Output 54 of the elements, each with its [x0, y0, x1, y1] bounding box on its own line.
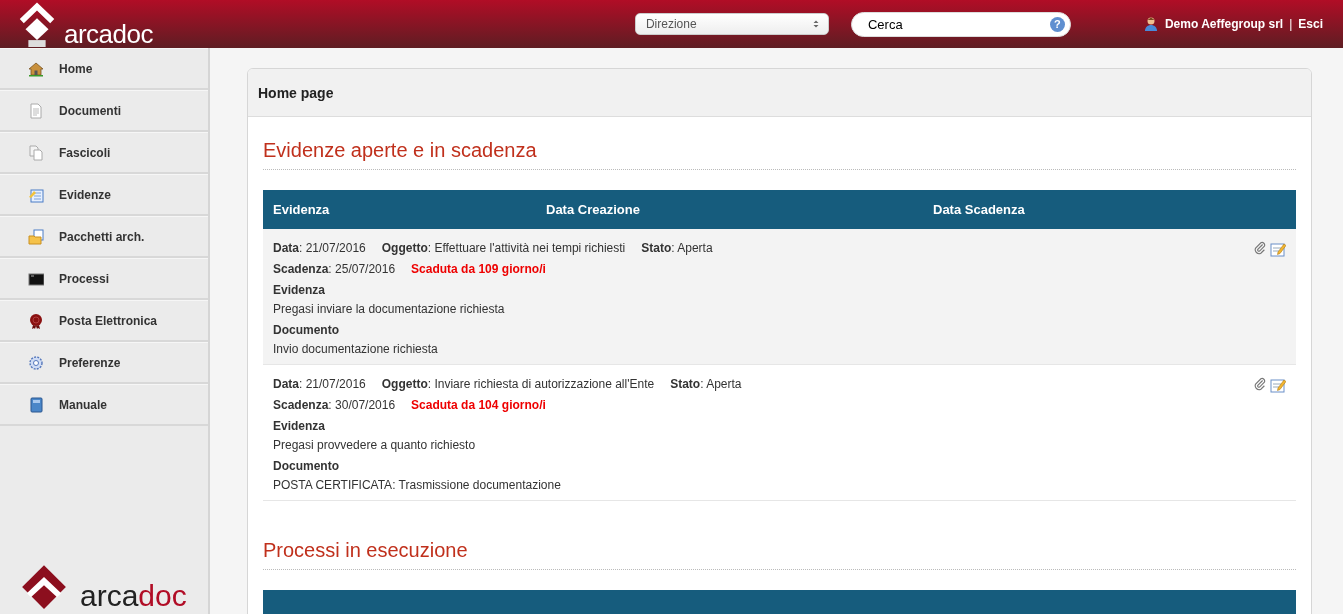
paperclip-icon[interactable] — [1253, 241, 1267, 255]
section-title: Evidenze aperte e in scadenza — [263, 117, 1296, 170]
sidebar-item[interactable]: Processi — [59, 271, 110, 286]
book-icon — [28, 396, 44, 413]
folder-icon — [28, 228, 44, 245]
overdue-text: Scaduta da 109 giorno/i — [411, 262, 546, 276]
due-date: Scadenza: 25/07/2016 — [273, 262, 396, 276]
updown-caret-icon — [811, 18, 820, 30]
separator: | — [1289, 17, 1293, 31]
sidebar-item[interactable]: Manuale — [59, 397, 107, 412]
gear-icon — [28, 354, 44, 371]
column-header: Data Creazione — [545, 202, 641, 217]
sidebar-item[interactable]: Preferenze — [59, 355, 121, 370]
terminal-icon — [28, 270, 44, 287]
user-icon — [1142, 16, 1159, 32]
column-header: Evidenza — [272, 202, 331, 217]
sidebar-item[interactable]: Documenti — [59, 103, 121, 118]
field-text: Pregasi provvedere a quanto richiesto — [273, 438, 477, 452]
logout-link[interactable]: Esci — [1298, 17, 1323, 31]
due-date: Scadenza: 30/07/2016 — [273, 398, 396, 412]
column-header: Data Scadenza — [932, 202, 1025, 217]
field-text: Invio documentazione richiesta — [273, 342, 439, 356]
field-label: Evidenza — [273, 419, 327, 433]
seal-icon — [28, 312, 44, 329]
field-text: POSTA CERTIFICATA: Trasmissione documentazione — [273, 478, 562, 492]
sidebar-item[interactable]: Fascicoli — [59, 145, 111, 160]
sidebar-item[interactable]: Evidenze — [59, 187, 112, 202]
field-text: Oggetto: Effettuare l'attività nei tempi richiesti — [381, 241, 626, 255]
edit-note-icon[interactable] — [1270, 377, 1286, 393]
overdue-text: Scaduta da 104 giorno/i — [411, 398, 546, 412]
field-text: Data: 21/07/2016 — [273, 377, 366, 391]
document-icon — [28, 102, 44, 119]
pages-icon — [28, 144, 44, 161]
edit-note-icon[interactable] — [1270, 241, 1286, 257]
field-label: Documento — [273, 459, 340, 473]
field-text: Data: 21/07/2016 — [273, 241, 366, 255]
note-icon — [28, 186, 44, 203]
field-text: Stato: Aperta — [641, 241, 713, 255]
field-label: Documento — [273, 323, 340, 337]
house-icon — [28, 60, 44, 77]
user-name: Demo Aeffegroup srl — [1164, 17, 1284, 31]
sidebar-item[interactable]: Pacchetti arch. — [59, 229, 145, 244]
field-text: Oggetto: Inviare richiesta di autorizzazione all'Ente — [381, 377, 655, 391]
field-label: Evidenza — [273, 283, 327, 297]
field-text: Pregasi inviare la documentazione richiesta — [273, 302, 506, 316]
section-title: Processi in esecuzione — [263, 501, 1296, 570]
sidebar-item[interactable]: Posta Elettronica — [59, 313, 158, 328]
paperclip-icon[interactable] — [1253, 377, 1267, 391]
sidebar-item[interactable]: Home — [59, 61, 93, 76]
card-title: Home page — [248, 69, 1311, 117]
field-text: Stato: Aperta — [670, 377, 742, 391]
logo-text: arcadoc — [64, 21, 153, 47]
logo-text: arcadoc — [80, 580, 187, 612]
office-select[interactable]: Direzione — [634, 13, 829, 35]
